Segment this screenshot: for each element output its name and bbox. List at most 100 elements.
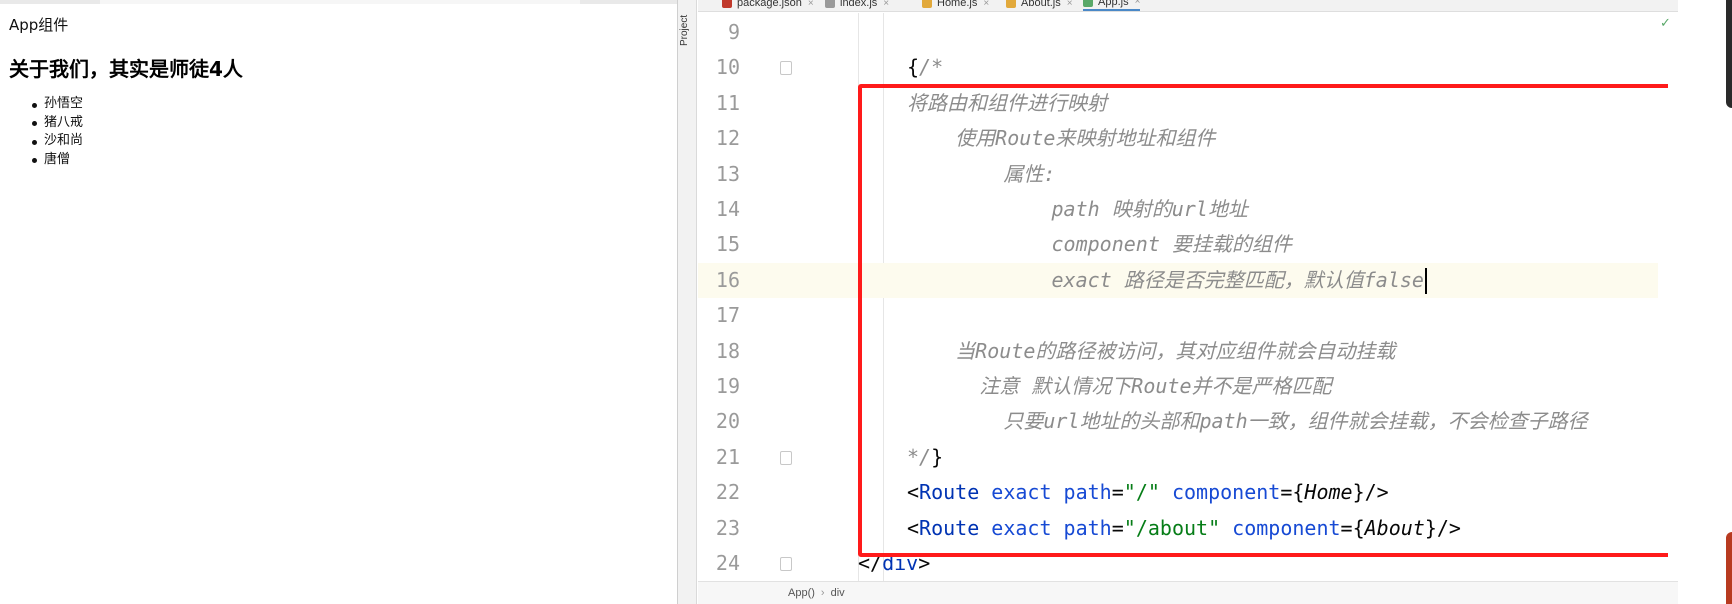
code-text: <Route exact path="/about" component={Ab…	[907, 511, 1461, 546]
code-token: 当Route的路径被访问，其对应组件就会自动挂载	[907, 338, 1396, 363]
file-icon	[825, 0, 835, 8]
line-number: 21	[715, 444, 740, 469]
list-item: 猪八戒	[25, 114, 83, 133]
code-line[interactable]: 14 path 映射的url地址	[698, 192, 1658, 227]
breadcrumb-separator: ›	[820, 587, 825, 599]
line-number: 15	[715, 232, 740, 257]
breadcrumb-item[interactable]: App()	[788, 587, 815, 599]
code-text: exact 路径是否完整匹配，默认值false	[907, 263, 1424, 298]
code-text: 属性:	[907, 157, 1055, 192]
close-icon[interactable]: ×	[1067, 0, 1073, 9]
code-token: path	[1051, 515, 1112, 540]
code-text: 注意 默认情况下Route并不是严格匹配	[907, 369, 1332, 404]
code-text: <Route exact path="/" component={Home}/>	[907, 475, 1389, 510]
code-token: ={	[1280, 480, 1305, 505]
line-number: 22	[715, 480, 740, 505]
code-line[interactable]: 11 将路由和组件进行映射	[698, 86, 1658, 121]
editor-tab-label: index.js	[840, 0, 878, 9]
browser-address-bar-edge[interactable]	[100, 0, 580, 4]
editor-scrollbar[interactable]	[1668, 13, 1678, 581]
code-line[interactable]: 13 属性:	[698, 157, 1658, 192]
fold-marker-icon[interactable]	[780, 450, 792, 465]
editor-tab-label: About.js	[1021, 0, 1061, 9]
code-line[interactable]: 19 注意 默认情况下Route并不是严格匹配	[698, 369, 1658, 404]
line-number: 12	[715, 126, 740, 151]
code-token: "/"	[1123, 480, 1160, 505]
code-line[interactable]: 18 当Route的路径被访问，其对应组件就会自动挂载	[698, 334, 1658, 369]
about-heading: 关于我们，其实是师徒4人	[9, 57, 243, 81]
code-line[interactable]: 10 {/*	[698, 50, 1658, 85]
breadcrumb-item[interactable]: div	[831, 587, 845, 599]
line-number: 18	[715, 338, 740, 363]
breadcrumb: App() › div	[698, 581, 1678, 604]
code-token: exact 路径是否完整匹配，默认值false	[907, 267, 1424, 292]
code-token: 注意 默认情况下Route并不是严格匹配	[907, 374, 1332, 398]
list-item: 沙和尚	[25, 132, 83, 151]
code-line[interactable]: 21 */}	[698, 440, 1658, 475]
code-token: div	[882, 551, 919, 575]
desktop-red-tab	[1726, 532, 1732, 604]
editor-tab-bar: package.json × index.js × Home.js × About.js × A…	[698, 0, 1678, 12]
project-tool-strip: Project	[678, 0, 697, 604]
code-line[interactable]: 22 <Route exact path="/" component={Home}…	[698, 475, 1658, 510]
code-token: 将路由和组件进行映射	[907, 90, 1107, 115]
fold-marker-icon[interactable]	[780, 61, 792, 76]
code-text: 当Route的路径被访问，其对应组件就会自动挂载	[907, 334, 1395, 369]
code-editor[interactable]: 9 10 {/* 11 将路由和组件进行映射 12 使用Route来映射地址和组件 13 属…	[698, 13, 1658, 581]
code-token: =	[1111, 515, 1124, 540]
code-token: component 要挂载的组件	[907, 232, 1292, 257]
line-number: 24	[715, 551, 740, 575]
code-line[interactable]: 12 使用Route来映射地址和组件	[698, 121, 1658, 156]
close-icon[interactable]: ×	[983, 0, 989, 9]
editor-tab-label: Home.js	[937, 0, 978, 9]
code-token: exact	[979, 515, 1052, 540]
code-token: 属性:	[907, 161, 1056, 186]
browser-toolbar-edge	[0, 0, 677, 4]
desktop-edge	[1678, 0, 1732, 604]
code-token: >	[918, 551, 931, 575]
code-token: </	[858, 551, 883, 575]
line-number: 19	[715, 374, 740, 398]
editor-tab[interactable]: package.json ×	[722, 0, 814, 11]
code-token: }/>	[1352, 480, 1389, 505]
line-number: 23	[715, 515, 740, 540]
code-line[interactable]: 23 <Route exact path="/about" component={…	[698, 511, 1658, 546]
close-icon[interactable]: ×	[1135, 0, 1141, 7]
line-number: 11	[715, 90, 740, 115]
close-icon[interactable]: ×	[808, 0, 814, 9]
file-icon	[722, 0, 732, 8]
code-text: component 要挂载的组件	[907, 227, 1292, 262]
code-token: path	[1051, 480, 1112, 505]
desktop-dark-tab	[1726, 0, 1732, 108]
editor-tab[interactable]: Home.js ×	[922, 0, 989, 11]
code-text: path 映射的url地址	[907, 192, 1247, 227]
editor-tab[interactable]: About.js ×	[1006, 0, 1073, 11]
code-line[interactable]: 20 只要url地址的头部和path一致，组件就会挂载，不会检查子路径	[698, 404, 1658, 439]
code-line[interactable]: 17	[698, 298, 1658, 333]
code-line[interactable]: 16 exact 路径是否完整匹配，默认值false	[698, 262, 1658, 299]
code-token: component	[1159, 480, 1281, 505]
code-line[interactable]: 15 component 要挂载的组件	[698, 227, 1658, 262]
list-item: 唐僧	[25, 151, 83, 170]
file-icon	[1006, 0, 1016, 8]
code-token: ={	[1340, 515, 1365, 540]
line-number: 14	[715, 197, 740, 221]
code-token: */	[907, 444, 932, 469]
member-list: 孙悟空 猪八戒 沙和尚 唐僧	[25, 95, 83, 169]
fold-marker-icon[interactable]	[780, 557, 792, 571]
code-token: Home	[1304, 480, 1353, 505]
line-number: 16	[715, 267, 740, 292]
browser-page: App组件 关于我们，其实是师徒4人 孙悟空 猪八戒 沙和尚 唐僧	[0, 0, 678, 604]
code-line[interactable]: 9	[698, 15, 1658, 50]
app-component-label: App组件	[9, 16, 69, 34]
code-line[interactable]: 24 </div>	[698, 546, 1658, 581]
line-number: 20	[715, 409, 740, 434]
editor-tab[interactable]: App.js ×	[1083, 0, 1141, 11]
project-tool-tab[interactable]: Project	[679, 0, 695, 46]
code-token: component	[1220, 515, 1341, 540]
close-icon[interactable]: ×	[883, 0, 889, 9]
code-text: </div>	[858, 546, 930, 581]
editor-tab[interactable]: index.js ×	[825, 0, 889, 11]
editor-tab-label: App.js	[1098, 0, 1129, 8]
code-text: 将路由和组件进行映射	[907, 86, 1107, 121]
